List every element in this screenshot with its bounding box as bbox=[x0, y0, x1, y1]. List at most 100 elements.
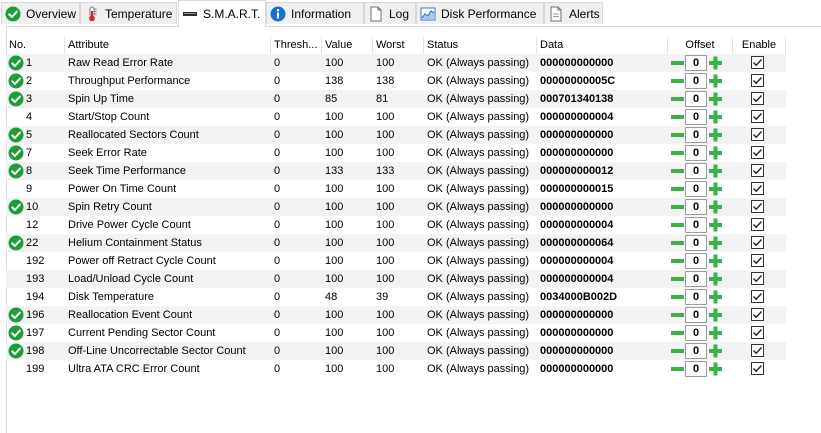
offset-value-field[interactable]: 0 bbox=[685, 163, 707, 179]
table-row[interactable]: 198 Off-Line Uncorrectable Sector Count 0 1… bbox=[6, 342, 786, 360]
enable-checkbox[interactable] bbox=[751, 92, 764, 105]
enable-checkbox[interactable] bbox=[751, 362, 764, 375]
offset-increase-button[interactable] bbox=[708, 361, 723, 377]
offset-increase-button[interactable] bbox=[708, 199, 723, 215]
offset-increase-button[interactable] bbox=[708, 289, 723, 305]
column-header-data[interactable]: Data bbox=[537, 37, 668, 54]
enable-checkbox[interactable] bbox=[751, 200, 764, 213]
enable-checkbox[interactable] bbox=[751, 218, 764, 231]
enable-checkbox[interactable] bbox=[751, 164, 764, 177]
tab-alerts[interactable]: Alerts bbox=[544, 2, 603, 24]
offset-increase-button[interactable] bbox=[708, 217, 723, 233]
table-row[interactable]: 199 Ultra ATA CRC Error Count 0 100 100 OK (A… bbox=[6, 360, 786, 378]
column-header-worst[interactable]: Worst bbox=[373, 37, 424, 54]
enable-checkbox[interactable] bbox=[751, 272, 764, 285]
offset-decrease-button[interactable] bbox=[670, 163, 685, 179]
offset-value-field[interactable]: 0 bbox=[685, 307, 707, 323]
column-header-no[interactable]: No. bbox=[6, 37, 65, 54]
offset-value-field[interactable]: 0 bbox=[685, 325, 707, 341]
table-row[interactable]: 7 Seek Error Rate 0 100 100 OK (Always passin… bbox=[6, 144, 786, 162]
tab-overview[interactable]: Overview bbox=[1, 2, 80, 24]
offset-increase-button[interactable] bbox=[708, 307, 723, 323]
offset-increase-button[interactable] bbox=[708, 325, 723, 341]
offset-value-field[interactable]: 0 bbox=[685, 127, 707, 143]
enable-checkbox[interactable] bbox=[751, 74, 764, 87]
tab-information[interactable]: Information bbox=[266, 2, 364, 24]
enable-checkbox[interactable] bbox=[751, 56, 764, 69]
offset-increase-button[interactable] bbox=[708, 271, 723, 287]
offset-decrease-button[interactable] bbox=[670, 199, 685, 215]
column-header-threshold[interactable]: Thresh... bbox=[271, 37, 322, 54]
offset-value-field[interactable]: 0 bbox=[685, 235, 707, 251]
tab-log[interactable]: Log bbox=[364, 2, 416, 24]
offset-decrease-button[interactable] bbox=[670, 235, 685, 251]
column-header-enable[interactable]: Enable bbox=[733, 37, 786, 54]
offset-value-field[interactable]: 0 bbox=[685, 73, 707, 89]
offset-increase-button[interactable] bbox=[708, 109, 723, 125]
offset-value-field[interactable]: 0 bbox=[685, 343, 707, 359]
offset-decrease-button[interactable] bbox=[670, 217, 685, 233]
offset-increase-button[interactable] bbox=[708, 253, 723, 269]
table-row[interactable]: 22 Helium Containment Status 0 100 100 OK (Al… bbox=[6, 234, 786, 252]
offset-value-field[interactable]: 0 bbox=[685, 271, 707, 287]
offset-decrease-button[interactable] bbox=[670, 253, 685, 269]
enable-checkbox[interactable] bbox=[751, 290, 764, 303]
enable-checkbox[interactable] bbox=[751, 254, 764, 267]
offset-increase-button[interactable] bbox=[708, 235, 723, 251]
offset-decrease-button[interactable] bbox=[670, 343, 685, 359]
offset-decrease-button[interactable] bbox=[670, 271, 685, 287]
offset-value-field[interactable]: 0 bbox=[685, 253, 707, 269]
offset-value-field[interactable]: 0 bbox=[685, 199, 707, 215]
offset-value-field[interactable]: 0 bbox=[685, 55, 707, 71]
offset-increase-button[interactable] bbox=[708, 343, 723, 359]
table-row[interactable]: 192 Power off Retract Cycle Count 0 100 100 O… bbox=[6, 252, 786, 270]
offset-value-field[interactable]: 0 bbox=[685, 361, 707, 377]
tab-smart[interactable]: S.M.A.R.T. bbox=[178, 0, 266, 27]
tab-disk-performance[interactable]: Disk Performance bbox=[416, 2, 544, 24]
offset-decrease-button[interactable] bbox=[670, 91, 685, 107]
offset-decrease-button[interactable] bbox=[670, 307, 685, 323]
offset-increase-button[interactable] bbox=[708, 181, 723, 197]
offset-decrease-button[interactable] bbox=[670, 325, 685, 341]
table-row[interactable]: 196 Reallocation Event Count 0 100 100 OK (Al… bbox=[6, 306, 786, 324]
tab-temperature[interactable]: Temperature bbox=[80, 2, 177, 24]
offset-value-field[interactable]: 0 bbox=[685, 217, 707, 233]
offset-decrease-button[interactable] bbox=[670, 127, 685, 143]
offset-increase-button[interactable] bbox=[708, 163, 723, 179]
table-row[interactable]: 197 Current Pending Sector Count 0 100 100 OK… bbox=[6, 324, 786, 342]
enable-checkbox[interactable] bbox=[751, 236, 764, 249]
table-row[interactable]: 193 Load/Unload Cycle Count 0 100 100 OK (Alw… bbox=[6, 270, 786, 288]
table-row[interactable]: 12 Drive Power Cycle Count 0 100 100 OK (Alwa… bbox=[6, 216, 786, 234]
offset-increase-button[interactable] bbox=[708, 73, 723, 89]
offset-increase-button[interactable] bbox=[708, 55, 723, 71]
offset-increase-button[interactable] bbox=[708, 127, 723, 143]
offset-decrease-button[interactable] bbox=[670, 145, 685, 161]
offset-value-field[interactable]: 0 bbox=[685, 145, 707, 161]
enable-checkbox[interactable] bbox=[751, 110, 764, 123]
offset-value-field[interactable]: 0 bbox=[685, 181, 707, 197]
table-row[interactable]: 5 Reallocated Sectors Count 0 100 100 OK (Alw… bbox=[6, 126, 786, 144]
table-row[interactable]: 4 Start/Stop Count 0 100 100 OK (Always passi… bbox=[6, 108, 786, 126]
enable-checkbox[interactable] bbox=[751, 182, 764, 195]
table-row[interactable]: 3 Spin Up Time 0 85 81 OK (Always passing) 000… bbox=[6, 90, 786, 108]
table-row[interactable]: 10 Spin Retry Count 0 100 100 OK (Always pass… bbox=[6, 198, 786, 216]
offset-decrease-button[interactable] bbox=[670, 55, 685, 71]
offset-increase-button[interactable] bbox=[708, 91, 723, 107]
enable-checkbox[interactable] bbox=[751, 326, 764, 339]
table-row[interactable]: 9 Power On Time Count 0 100 100 OK (Always pa… bbox=[6, 180, 786, 198]
table-row[interactable]: 194 Disk Temperature 0 48 39 OK (Always passi… bbox=[6, 288, 786, 306]
offset-value-field[interactable]: 0 bbox=[685, 109, 707, 125]
column-header-offset[interactable]: Offset bbox=[668, 37, 733, 54]
enable-checkbox[interactable] bbox=[751, 146, 764, 159]
offset-value-field[interactable]: 0 bbox=[685, 289, 707, 305]
table-row[interactable]: 1 Raw Read Error Rate 0 100 100 OK (Always pa… bbox=[6, 54, 786, 72]
offset-decrease-button[interactable] bbox=[670, 289, 685, 305]
column-header-attribute[interactable]: Attribute bbox=[65, 37, 271, 54]
table-row[interactable]: 2 Throughput Performance 0 138 138 OK (Always… bbox=[6, 72, 786, 90]
enable-checkbox[interactable] bbox=[751, 308, 764, 321]
column-header-value[interactable]: Value bbox=[322, 37, 373, 54]
offset-value-field[interactable]: 0 bbox=[685, 91, 707, 107]
enable-checkbox[interactable] bbox=[751, 344, 764, 357]
offset-decrease-button[interactable] bbox=[670, 361, 685, 377]
offset-decrease-button[interactable] bbox=[670, 109, 685, 125]
